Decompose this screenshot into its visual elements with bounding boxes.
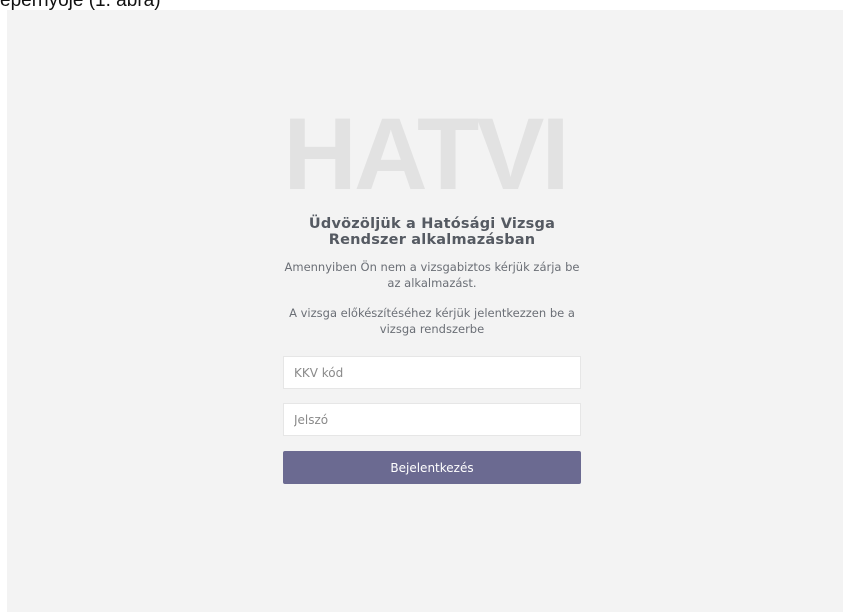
password-input[interactable] — [283, 403, 581, 436]
login-instruction: A vizsga előkészítéséhez kérjük jelentke… — [289, 306, 575, 336]
login-button[interactable]: Bejelentkezés — [283, 451, 581, 484]
kkv-code-input[interactable] — [283, 356, 581, 389]
welcome-title: Üdvözöljük a Hatósági Vizsga Rendszer al… — [308, 216, 556, 248]
hatvi-logo: HATVI — [283, 97, 569, 211]
examiner-notice: Amennyiben Ön nem a vizsgabiztos kérjük … — [284, 260, 580, 290]
login-panel: Üdvözöljük a Hatósági Vizsga Rendszer al… — [283, 216, 581, 484]
login-screen: HATVI Üdvözöljük a Hatósági Vizsga Rends… — [7, 10, 843, 612]
